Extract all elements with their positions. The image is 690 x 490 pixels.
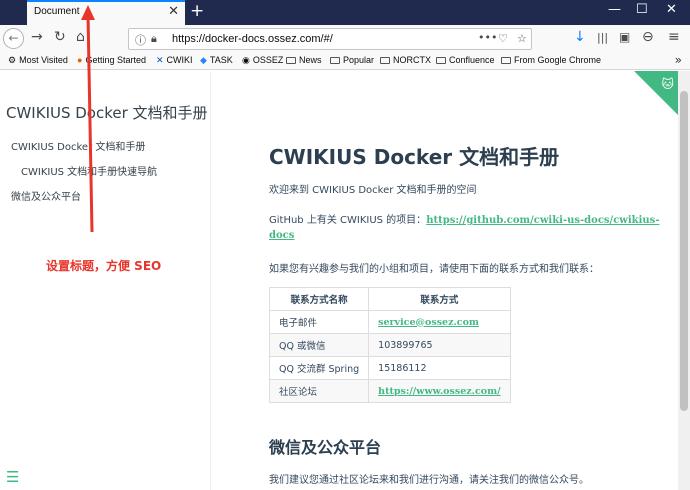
annotation-text: 设置标题，方便 SEO	[46, 259, 162, 273]
annotation-arrow	[81, 5, 95, 233]
